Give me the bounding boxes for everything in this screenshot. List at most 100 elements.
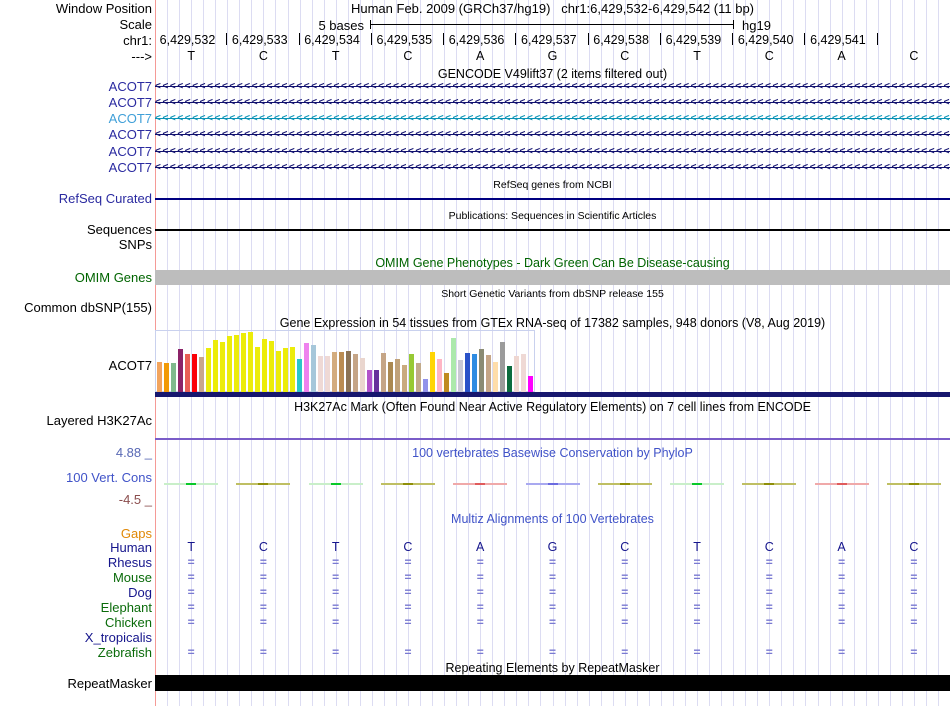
track-title-repeatmasker[interactable]: Repeating Elements by RepeatMasker [155,661,950,675]
phylop-tick[interactable] [380,483,435,485]
gtex-tissue-bar[interactable] [402,365,407,392]
multiz-species-label-zebrafish[interactable]: Zebrafish [0,646,152,660]
gtex-tissue-bar[interactable] [528,376,533,392]
gencode-gene-label[interactable]: ACOT7 [0,112,152,126]
gtex-tissue-bar[interactable] [451,338,456,392]
gtex-tissue-bar[interactable] [220,342,225,392]
gtex-tissue-bar[interactable] [500,342,505,392]
gtex-tissue-bar[interactable] [472,354,477,392]
phylop-tick[interactable] [814,483,869,485]
gtex-tissue-bar[interactable] [409,354,414,392]
gtex-tissue-bar[interactable] [185,354,190,392]
gtex-tissue-bar[interactable] [381,353,386,392]
ruler-coordinate[interactable]: 6,429,540 [733,34,794,47]
gencode-transcript[interactable]: <<<<<<<<<<<<<<<<<<<<<<<<<<<<<<<<<<<<<<<<… [155,96,950,109]
gtex-tissue-bar[interactable] [318,356,323,392]
gtex-tissue-bar[interactable] [192,354,197,392]
gencode-gene-label[interactable]: ACOT7 [0,80,152,94]
gencode-transcript[interactable]: <<<<<<<<<<<<<<<<<<<<<<<<<<<<<<<<<<<<<<<<… [155,128,950,141]
multiz-species-label-x_tropicalis[interactable]: X_tropicalis [0,631,152,645]
track-label-common-dbsnp[interactable]: Common dbSNP(155) [0,301,152,315]
multiz-species-label-dog[interactable]: Dog [0,586,152,600]
strand-direction-label[interactable]: ---> [0,50,152,64]
gencode-gene-label[interactable]: ACOT7 [0,96,152,110]
phylop-tick[interactable] [525,483,580,485]
track-title-gencode[interactable]: GENCODE V49lift37 (2 items filtered out) [155,67,950,81]
multiz-species-label-chicken[interactable]: Chicken [0,616,152,630]
gtex-tissue-bar[interactable] [465,353,470,392]
gtex-tissue-bar[interactable] [269,341,274,392]
track-label-h3k27ac[interactable]: Layered H3K27Ac [0,414,152,428]
gtex-tissue-bar[interactable] [395,359,400,392]
gtex-tissue-bar[interactable] [423,379,428,392]
track-label-omim-genes[interactable]: OMIM Genes [0,271,152,285]
ruler-coordinate[interactable]: 6,429,534 [300,34,360,47]
gtex-tissue-bar[interactable] [430,352,435,392]
track-title-h3k27ac[interactable]: H3K27Ac Mark (Often Found Near Active Re… [155,400,950,414]
gtex-tissue-bar[interactable] [353,354,358,392]
gtex-tissue-bar[interactable] [367,370,372,392]
phylop-tick[interactable] [236,483,291,485]
phylop-tick[interactable] [453,483,508,485]
gtex-tissue-bar[interactable] [227,336,232,392]
gtex-gene-model-bar[interactable] [155,392,950,397]
gtex-tissue-bar[interactable] [171,363,176,392]
gtex-tissue-bar[interactable] [339,352,344,392]
gtex-tissue-bar[interactable] [374,370,379,392]
gtex-tissue-bar[interactable] [157,362,162,392]
gtex-tissue-bar[interactable] [276,351,281,392]
gtex-tissue-bar[interactable] [234,335,239,392]
track-title-refseq[interactable]: RefSeq genes from NCBI [155,179,950,191]
track-title-gtex[interactable]: Gene Expression in 54 tissues from GTEx … [155,316,950,330]
track-title-omim[interactable]: OMIM Gene Phenotypes - Dark Green Can Be… [155,256,950,270]
gtex-tissue-bar[interactable] [479,349,484,392]
gencode-gene-label[interactable]: ACOT7 [0,145,152,159]
track-label-gtex-acot7[interactable]: ACOT7 [0,359,152,373]
gtex-tissue-bar[interactable] [486,355,491,392]
gtex-tissue-bar[interactable] [493,362,498,392]
gtex-tissue-bar[interactable] [444,373,449,392]
track-label-refseq-curated[interactable]: RefSeq Curated [0,192,152,206]
ruler-coordinate[interactable]: 6,429,539 [661,34,722,47]
gencode-gene-label[interactable]: ACOT7 [0,128,152,142]
gtex-tissue-bar[interactable] [199,357,204,392]
gtex-tissue-bar[interactable] [388,362,393,392]
gtex-tissue-bar[interactable] [262,339,267,392]
phylop-tick[interactable] [670,483,725,485]
track-label-repeatmasker[interactable]: RepeatMasker [0,677,152,691]
gencode-transcript[interactable]: <<<<<<<<<<<<<<<<<<<<<<<<<<<<<<<<<<<<<<<<… [155,80,950,93]
track-title-dbsnp[interactable]: Short Genetic Variants from dbSNP releas… [155,288,950,300]
gtex-tissue-bar[interactable] [514,356,519,392]
ruler-coordinate[interactable]: 6,429,537 [516,34,577,47]
multiz-species-label-elephant[interactable]: Elephant [0,601,152,615]
omim-gene-bar[interactable] [155,270,950,285]
gtex-tissue-bar[interactable] [325,356,330,392]
gencode-gene-label[interactable]: ACOT7 [0,161,152,175]
track-label-sequences[interactable]: Sequences [0,223,152,237]
track-label-phylop[interactable]: 100 Vert. Cons [0,471,152,485]
gtex-tissue-bar[interactable] [283,348,288,392]
gtex-tissue-bar[interactable] [507,366,512,392]
ruler-coordinate[interactable]: 6,429,532 [155,34,216,47]
track-title-phylop[interactable]: 100 vertebrates Basewise Conservation by… [155,446,950,460]
ruler-coordinate[interactable]: 6,429,535 [372,34,432,47]
gencode-transcript[interactable]: <<<<<<<<<<<<<<<<<<<<<<<<<<<<<<<<<<<<<<<<… [155,112,950,125]
track-title-multiz[interactable]: Multiz Alignments of 100 Vertebrates [155,512,950,526]
gtex-tissue-bar[interactable] [206,348,211,392]
gtex-tissue-bar[interactable] [255,347,260,392]
gtex-tissue-bar[interactable] [437,359,442,392]
gtex-tissue-bar[interactable] [178,349,183,392]
ruler-coordinate[interactable]: 6,429,533 [227,34,288,47]
phylop-tick[interactable] [164,483,219,485]
multiz-species-label-mouse[interactable]: Mouse [0,571,152,585]
phylop-tick[interactable] [597,483,652,485]
track-label-snps[interactable]: SNPs [0,238,152,252]
multiz-species-label-rhesus[interactable]: Rhesus [0,556,152,570]
gtex-tissue-bar[interactable] [521,354,526,392]
sequences-item[interactable] [155,229,950,231]
refseq-curated-item[interactable] [155,198,950,200]
gtex-tissue-bar[interactable] [332,352,337,392]
gencode-transcript[interactable]: <<<<<<<<<<<<<<<<<<<<<<<<<<<<<<<<<<<<<<<<… [155,145,950,158]
track-title-publications[interactable]: Publications: Sequences in Scientific Ar… [155,210,950,222]
gtex-tissue-bar[interactable] [241,333,246,392]
